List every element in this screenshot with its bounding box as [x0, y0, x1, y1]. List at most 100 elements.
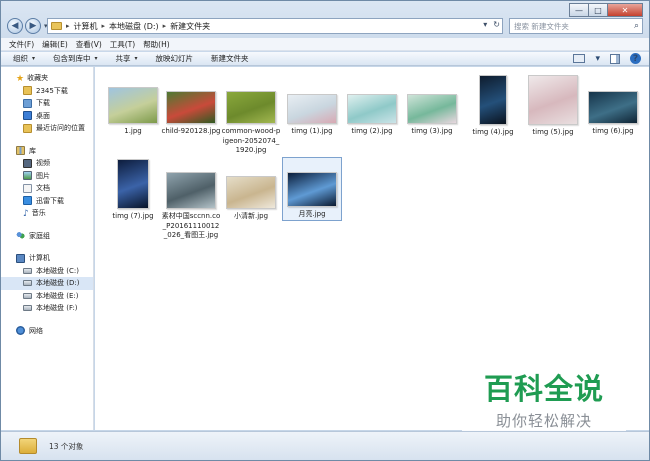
slideshow-button[interactable]: 放映幻灯片: [156, 53, 194, 64]
sidebar-item-drive-e[interactable]: 本地磁盘 (E:): [1, 290, 93, 303]
sidebar-item-pictures[interactable]: 图片: [1, 170, 93, 183]
sidebar-item-label: 本地磁盘 (D:): [36, 279, 80, 288]
search-placeholder: 搜索 新建文件夹: [514, 21, 569, 31]
menu-file[interactable]: 文件(F): [9, 39, 34, 50]
file-item[interactable]: timg (3).jpg: [402, 75, 462, 137]
file-item[interactable]: timg (6).jpg: [583, 75, 643, 137]
help-icon[interactable]: ?: [630, 53, 641, 64]
sidebar-item-recent-places[interactable]: 最近访问的位置: [1, 122, 93, 135]
address-bar[interactable]: ▸ 计算机 ▸ 本地磁盘 (D:) ▸ 新建文件夹 ▾ ↻: [47, 18, 503, 34]
star-icon: ★: [16, 73, 25, 84]
close-button[interactable]: ✕: [607, 3, 643, 17]
explorer-window: — □ ✕ ◀ ▶ ▾ ▸ 计算机 ▸ 本地磁盘 (D:) ▸ 新建文件夹 ▾ …: [0, 0, 650, 461]
sidebar-item-label: 下载: [36, 99, 50, 108]
sidebar-network[interactable]: 网络: [1, 325, 93, 338]
file-item[interactable]: timg (2).jpg: [342, 75, 402, 137]
new-folder-button[interactable]: 新建文件夹: [211, 53, 249, 64]
sidebar-favorites[interactable]: ★ 收藏夹: [1, 72, 93, 85]
file-name: timg (7).jpg: [112, 212, 154, 220]
forward-button[interactable]: ▶: [25, 18, 41, 34]
window-controls: — □ ✕: [569, 3, 643, 17]
sidebar-item-label: 视频: [36, 159, 50, 168]
file-name: timg (3).jpg: [411, 127, 453, 135]
breadcrumb-new-folder[interactable]: 新建文件夹: [170, 21, 210, 32]
maximize-button[interactable]: □: [588, 3, 608, 17]
include-in-library-button[interactable]: 包含到库中 ▾: [53, 53, 98, 64]
sidebar-item-music[interactable]: ♪ 音乐: [1, 207, 93, 220]
change-view-icon[interactable]: [573, 54, 586, 63]
file-name: timg (1).jpg: [291, 127, 333, 135]
view-dropdown-icon[interactable]: ▾: [595, 54, 600, 64]
file-name: child-920128.jpg: [161, 127, 221, 135]
breadcrumb-separator[interactable]: ▸: [163, 22, 167, 30]
breadcrumb-computer[interactable]: 计算机: [74, 21, 98, 32]
sidebar-item-drive-d[interactable]: 本地磁盘 (D:): [1, 277, 93, 290]
file-item[interactable]: timg (5).jpg: [523, 75, 583, 138]
sidebar-item-2345-download[interactable]: 2345下载: [1, 85, 93, 98]
sidebar-item-downloads[interactable]: 下载: [1, 97, 93, 110]
breadcrumb-drive-d[interactable]: 本地磁盘 (D:): [109, 21, 159, 32]
command-bar: 组织 ▾ 包含到库中 ▾ 共享 ▾ 放映幻灯片 新建文件夹 ▾ ?: [1, 52, 649, 66]
library-icon: [16, 146, 25, 156]
sidebar-libraries[interactable]: 库: [1, 145, 93, 158]
folder-icon: [51, 22, 62, 30]
computer-icon: [16, 253, 25, 263]
share-button[interactable]: 共享 ▾: [116, 53, 138, 64]
search-input[interactable]: 搜索 新建文件夹 ⌕: [509, 18, 643, 34]
breadcrumb-separator[interactable]: ▸: [66, 22, 70, 30]
file-item[interactable]: 1.jpg: [103, 75, 163, 137]
file-item[interactable]: 小清新.jpg: [221, 159, 281, 222]
chevron-down-icon: ▾: [134, 55, 138, 62]
file-item[interactable]: timg (1).jpg: [282, 75, 342, 137]
sidebar-item-label: 最近访问的位置: [36, 124, 85, 133]
sidebar-item-drive-f[interactable]: 本地磁盘 (F:): [1, 302, 93, 315]
image-thumbnail: [226, 91, 276, 124]
menu-view[interactable]: 查看(V): [76, 39, 102, 50]
folder-icon: [19, 438, 37, 454]
sidebar-item-label: 2345下载: [36, 86, 68, 95]
address-dropdown-icon[interactable]: ▾: [483, 20, 487, 29]
documents-library-icon: [23, 183, 32, 193]
sidebar-item-thunder-downloads[interactable]: 迅雷下载: [1, 195, 93, 208]
folder-icon: [23, 86, 32, 96]
breadcrumb-separator[interactable]: ▸: [102, 22, 106, 30]
minimize-button[interactable]: —: [569, 3, 589, 17]
file-item[interactable]: common-wood-pigeon-2052074_1920.jpg: [221, 75, 281, 156]
menu-edit[interactable]: 编辑(E): [42, 39, 68, 50]
organize-button[interactable]: 组织 ▾: [13, 53, 35, 64]
sidebar-item-label: 本地磁盘 (C:): [36, 266, 79, 275]
sidebar-item-label: 库: [29, 146, 36, 155]
sidebar-item-label: 迅雷下载: [36, 196, 64, 205]
image-thumbnail: [407, 94, 457, 124]
file-item[interactable]: child-920128.jpg: [161, 75, 221, 137]
file-name: 素材中国sccnn.co_P20161110012_026_看图王.jpg: [161, 212, 221, 239]
sidebar-item-drive-c[interactable]: 本地磁盘 (C:): [1, 265, 93, 278]
file-item[interactable]: timg (7).jpg: [103, 159, 163, 222]
sidebar-item-label: 网络: [29, 326, 43, 335]
image-thumbnail: [347, 94, 397, 124]
sidebar-item-videos[interactable]: 视频: [1, 157, 93, 170]
image-thumbnail: [166, 91, 216, 124]
image-thumbnail: [528, 75, 578, 125]
sidebar-item-label: 本地磁盘 (E:): [36, 291, 79, 300]
menu-help[interactable]: 帮助(H): [143, 39, 170, 50]
file-item-selected[interactable]: 月亮.jpg: [282, 157, 342, 221]
menu-tools[interactable]: 工具(T): [110, 39, 135, 50]
sidebar-item-documents[interactable]: 文档: [1, 182, 93, 195]
organize-label: 组织: [13, 54, 28, 63]
file-name: timg (4).jpg: [472, 128, 514, 136]
file-item[interactable]: timg (4).jpg: [463, 75, 523, 138]
sidebar-computer[interactable]: 计算机: [1, 252, 93, 265]
image-thumbnail: [287, 94, 337, 124]
thunder-download-icon: [23, 196, 32, 206]
file-item[interactable]: 素材中国sccnn.co_P20161110012_026_看图王.jpg: [161, 159, 221, 241]
back-button[interactable]: ◀: [7, 18, 23, 34]
chevron-down-icon: ▾: [32, 55, 36, 62]
sidebar-item-label: 文档: [36, 184, 50, 193]
search-icon[interactable]: ⌕: [634, 21, 642, 31]
preview-pane-icon[interactable]: [610, 53, 620, 64]
sidebar-homegroup[interactable]: 家庭组: [1, 230, 93, 243]
sidebar-item-desktop[interactable]: 桌面: [1, 110, 93, 123]
network-icon: [16, 326, 25, 336]
refresh-icon[interactable]: ↻: [493, 20, 500, 29]
